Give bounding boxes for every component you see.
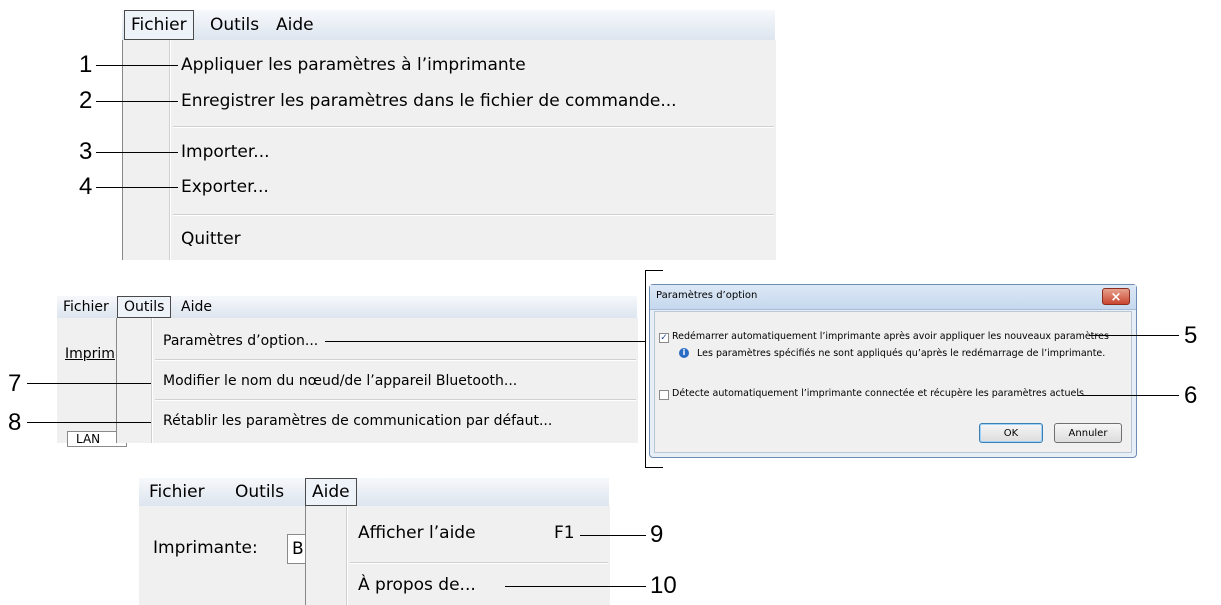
callout-line-9 [580, 535, 646, 536]
menu-item-parametres-option[interactable]: Paramètres d’option... [163, 330, 318, 352]
background-window: Imprimante: B [139, 506, 317, 605]
aide-dropdown: Afficher l’aide F1 À propos de... [305, 506, 610, 605]
callout-2: 2 [79, 87, 93, 114]
callout-6: 6 [1184, 382, 1198, 409]
menu-fichier[interactable]: Fichier [124, 10, 194, 40]
separator [173, 126, 774, 128]
imprimante-label: Imprimante: [153, 538, 258, 558]
menu-fichier[interactable]: Fichier [57, 296, 115, 318]
callout-8: 8 [8, 409, 22, 436]
callout-10: 10 [650, 572, 677, 599]
callout-3: 3 [79, 138, 93, 165]
fichier-dropdown: Appliquer les paramètres à l’imprimante … [122, 40, 776, 260]
callout-line-2 [96, 101, 178, 102]
callout-line-10 [505, 586, 646, 587]
menu-item-a-propos[interactable]: À propos de... [358, 572, 476, 598]
close-icon[interactable]: × [1102, 288, 1130, 305]
menu-item-importer[interactable]: Importer... [181, 139, 270, 165]
info-icon: i [679, 348, 689, 358]
menubar-1: Fichier Outils Aide [122, 10, 775, 41]
separator [155, 399, 636, 401]
imprimante-label: Imprim [65, 346, 115, 362]
menu-outils[interactable]: Outils [117, 296, 172, 318]
shortcut-f1: F1 [554, 523, 575, 543]
menu-aide[interactable]: Aide [175, 296, 218, 318]
menu-item-afficher-aide[interactable]: Afficher l’aide [358, 520, 476, 546]
callout-line-8 [27, 422, 151, 423]
info-text: Les paramètres spécifiés ne sont appliqu… [697, 348, 1106, 359]
checkbox-detect[interactable] [659, 390, 669, 400]
menubar-2: Fichier Outils Aide [57, 296, 637, 319]
cancel-button[interactable]: Annuler [1054, 423, 1122, 443]
menu-item-quitter[interactable]: Quitter [181, 226, 241, 252]
menubar-3: Fichier Outils Aide [139, 478, 609, 507]
checkbox-restart[interactable]: ✓ [659, 333, 669, 343]
callout-line-1 [96, 65, 178, 66]
dialog-titlebar: Paramètres d’option × [650, 285, 1136, 310]
option-restart-label: Redémarrer automatiquement l’imprimante … [672, 331, 1109, 342]
menu-item-exporter[interactable]: Exporter... [181, 174, 269, 200]
outils-dropdown: Paramètres d’option... Modifier le nom d… [116, 318, 638, 443]
separator [155, 359, 636, 361]
callout-line-4 [96, 187, 178, 188]
menu-aide[interactable]: Aide [305, 478, 357, 506]
menu-item-appliquer[interactable]: Appliquer les paramètres à l’imprimante [181, 52, 526, 78]
dialog-body: ✓ Redémarrer automatiquement l’imprimant… [654, 311, 1132, 453]
options-dialog: Paramètres d’option × ✓ Redémarrer autom… [649, 284, 1137, 458]
callout-7: 7 [8, 370, 22, 397]
menu-outils[interactable]: Outils [229, 478, 290, 506]
background-window: Imprim LAN [57, 318, 127, 447]
separator [350, 562, 608, 564]
connector-line [325, 341, 645, 342]
callout-line-5 [1089, 335, 1179, 336]
callout-line-7 [27, 383, 151, 384]
menu-item-enregistrer[interactable]: Enregistrer les paramètres dans le fichi… [181, 88, 677, 114]
dialog-title: Paramètres d’option [656, 290, 758, 301]
option-detect-label: Détecte automatiquement l’imprimante con… [672, 388, 1084, 399]
callout-line-3 [96, 152, 178, 153]
menu-fichier[interactable]: Fichier [143, 478, 211, 506]
callout-9: 9 [650, 521, 664, 548]
menu-item-modifier-nom[interactable]: Modifier le nom du nœud/de l’appareil Bl… [163, 370, 517, 392]
menu-aide[interactable]: Aide [270, 10, 320, 40]
separator [173, 214, 774, 216]
menu-item-retablir[interactable]: Rétablir les paramètres de communication… [163, 410, 552, 432]
callout-line-6 [1078, 395, 1179, 396]
callout-5: 5 [1184, 322, 1198, 349]
menu-outils[interactable]: Outils [204, 10, 265, 40]
callout-4: 4 [79, 173, 93, 200]
callout-1: 1 [79, 51, 93, 78]
ok-button[interactable]: OK [979, 423, 1043, 443]
